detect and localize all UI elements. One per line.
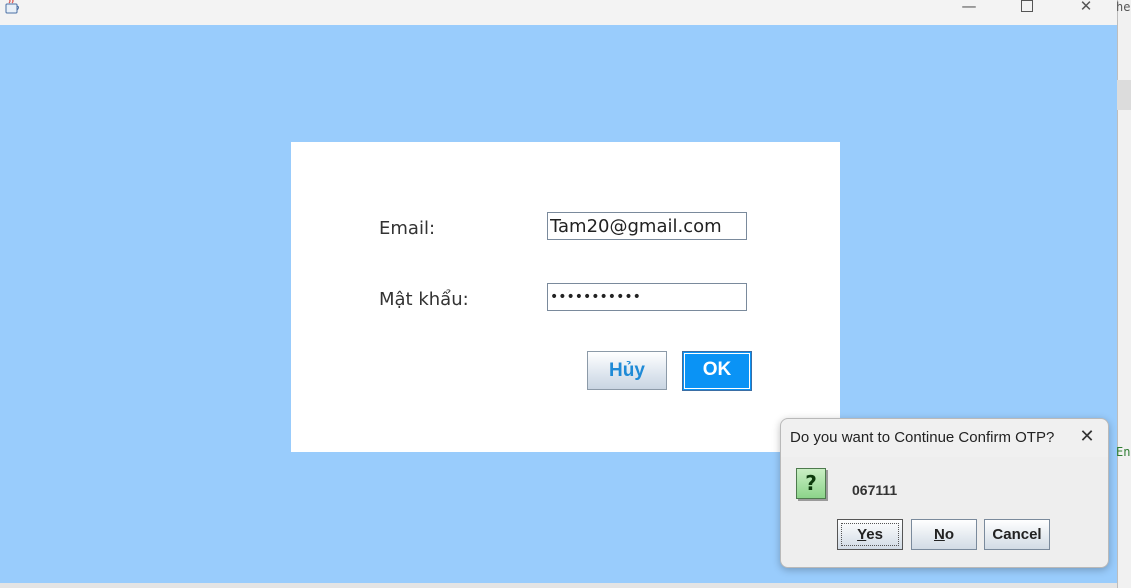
dialog-title: Do you want to Continue Confirm OTP? <box>790 429 1055 446</box>
question-icon: ? <box>796 468 826 499</box>
bottom-edge <box>0 583 1117 588</box>
background-text-top: he <box>1116 0 1131 14</box>
yes-label-rest: es <box>866 526 883 543</box>
yes-button[interactable]: Yes <box>837 519 903 550</box>
otp-message: 067111 <box>852 482 898 498</box>
close-icon[interactable]: ✕ <box>1066 0 1106 14</box>
minimize-icon[interactable]: — <box>949 0 989 14</box>
password-field[interactable]: ••••••••••• <box>547 283 747 311</box>
dialog-close-icon[interactable]: ✕ <box>1075 425 1099 449</box>
maximize-icon[interactable] <box>1007 0 1047 14</box>
dialog-cancel-button[interactable]: Cancel <box>984 519 1050 550</box>
no-label-rest: o <box>944 526 954 543</box>
background-strip <box>1117 80 1131 110</box>
login-panel: Email: Mật khẩu: ••••••••••• Hủy OK <box>291 142 840 452</box>
dialog-body: ? 067111 Yes No Cancel <box>781 457 1108 567</box>
no-button[interactable]: No <box>911 519 977 550</box>
cancel-button[interactable]: Hủy <box>587 351 667 390</box>
title-bar: — ✕ <box>0 0 1117 25</box>
email-field[interactable] <box>547 212 747 240</box>
java-cup-icon <box>5 0 19 14</box>
email-label: Email: <box>379 218 436 239</box>
ok-button[interactable]: OK <box>682 351 752 391</box>
no-mnemonic: N <box>933 526 945 543</box>
yes-mnemonic: Y <box>857 526 867 543</box>
confirm-otp-dialog: Do you want to Continue Confirm OTP? ✕ ?… <box>780 418 1109 568</box>
password-label: Mật khẩu: <box>379 289 469 310</box>
background-text-mid: En <box>1116 445 1131 459</box>
